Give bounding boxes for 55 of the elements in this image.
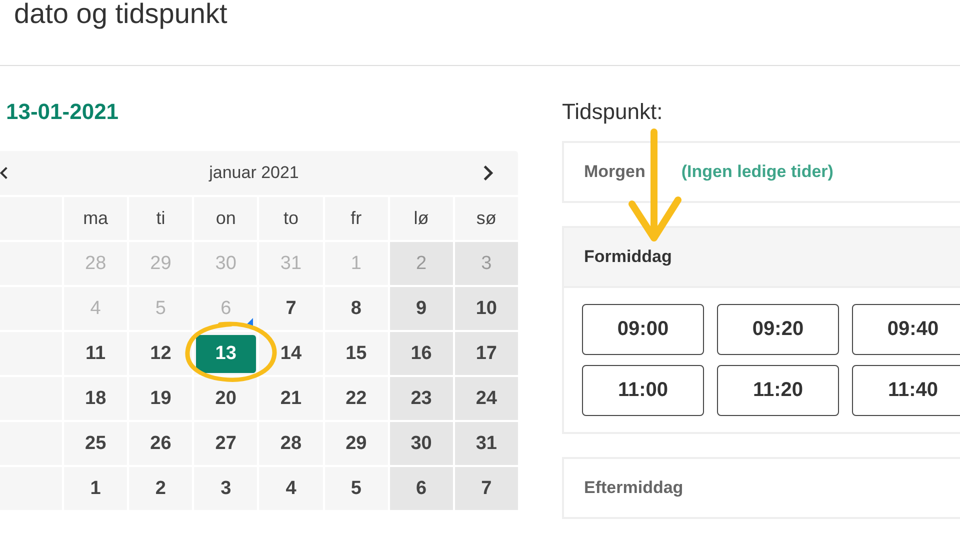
day-cell[interactable]: 9 xyxy=(390,287,453,330)
day-cell[interactable]: 12 xyxy=(129,332,192,375)
day-cell[interactable]: 16 xyxy=(390,332,453,375)
day-cell[interactable]: 28 xyxy=(259,422,323,465)
weekday-label: lø xyxy=(390,197,453,240)
day-cell[interactable]: 1 xyxy=(64,467,128,510)
day-cell[interactable]: 7 xyxy=(259,287,323,330)
month-label: januar 2021 xyxy=(208,163,300,183)
day-cell[interactable]: 31 xyxy=(454,422,518,465)
selected-date: 13-01-2021 xyxy=(6,99,120,126)
day-cell[interactable]: 8 xyxy=(324,287,388,330)
day-cell[interactable]: 2 xyxy=(129,467,192,510)
day-cell[interactable]: 10 xyxy=(454,287,518,330)
day-cell[interactable]: 5 xyxy=(324,467,388,510)
time-label: Tidspunkt: xyxy=(562,99,664,126)
day-cell[interactable]: 29 xyxy=(324,422,388,465)
day-cell[interactable]: 27 xyxy=(194,422,258,465)
weekday-label: fr xyxy=(324,197,388,240)
section-title[interactable]: Morgen xyxy=(584,162,646,182)
chevron-right-icon xyxy=(483,164,493,182)
day-cell[interactable]: 13 xyxy=(194,332,258,375)
page-title: dato og tidspunkt xyxy=(13,0,228,31)
day-cell[interactable]: 20 xyxy=(194,377,258,420)
time-slot-button[interactable]: 11:40 xyxy=(852,365,960,416)
time-slot-button[interactable]: 09:00 xyxy=(582,304,704,355)
day-cell[interactable]: 7 xyxy=(454,467,518,510)
day-cell[interactable]: 23 xyxy=(390,377,453,420)
section-title[interactable]: Eftermiddag xyxy=(584,478,684,498)
availability-note: (Ingen ledige tider) xyxy=(680,162,834,182)
day-cell[interactable]: 30 xyxy=(390,422,453,465)
day-cell[interactable]: 11 xyxy=(64,332,128,375)
day-cell[interactable]: 14 xyxy=(259,332,323,375)
chevron-left-icon xyxy=(0,164,8,182)
weekday-label: to xyxy=(259,197,323,240)
day-cell[interactable]: 25 xyxy=(64,422,128,465)
day-cell[interactable]: 17 xyxy=(454,332,518,375)
day-cell[interactable]: 19 xyxy=(129,377,192,420)
day-cell[interactable]: 26 xyxy=(129,422,192,465)
section-title[interactable]: Formiddag xyxy=(584,247,672,267)
weekday-label: sø xyxy=(454,197,518,240)
time-slot-button[interactable]: 09:40 xyxy=(852,304,960,355)
day-cell[interactable]: 15 xyxy=(324,332,388,375)
day-cell[interactable]: 4 xyxy=(259,467,323,510)
weekday-label: on xyxy=(194,197,258,240)
day-cell[interactable]: 6 xyxy=(390,467,453,510)
day-cell[interactable]: 3 xyxy=(194,467,258,510)
weekday-label: ti xyxy=(129,197,192,240)
day-cell[interactable]: 24 xyxy=(454,377,518,420)
time-slot-button[interactable]: 11:20 xyxy=(717,365,839,416)
day-cell[interactable]: 18 xyxy=(64,377,128,420)
day-cell[interactable]: 22 xyxy=(324,377,388,420)
day-cell[interactable]: 21 xyxy=(259,377,323,420)
weekday-label: ma xyxy=(64,197,128,240)
time-slot-button[interactable]: 09:20 xyxy=(717,304,839,355)
time-slot-button[interactable]: 11:00 xyxy=(582,365,704,416)
